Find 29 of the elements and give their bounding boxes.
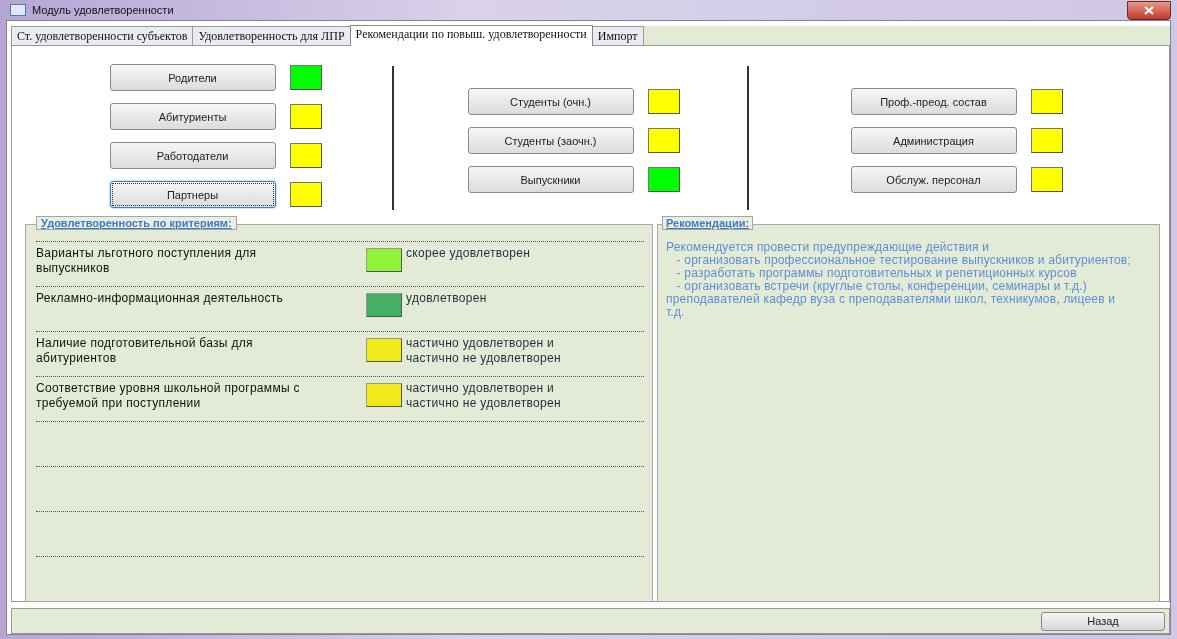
status-text: скорее удовлетворен bbox=[406, 246, 532, 261]
subject-button[interactable]: Обслуж. персонал bbox=[850, 166, 1017, 193]
tab[interactable]: Импорт bbox=[591, 26, 644, 45]
subject-button[interactable]: Выпускники bbox=[467, 166, 634, 193]
subject-button[interactable]: Партнеры bbox=[109, 181, 276, 208]
subject-button[interactable]: Администрация bbox=[850, 127, 1017, 154]
tab[interactable]: Удовлетворенность для ЛПР bbox=[192, 26, 351, 45]
section-title: Удовлетворенность по критериям: bbox=[36, 216, 237, 230]
subject-button[interactable]: Работодатели bbox=[109, 142, 276, 169]
criterion-label: Наличие подготовительной базы для абитуриентов bbox=[36, 336, 254, 366]
tab[interactable]: Ст. удовлетворенности субъектов bbox=[11, 26, 194, 45]
criterion-label: Рекламно-информационная деятельность bbox=[36, 291, 285, 306]
subject-button[interactable]: Студенты (заочн.) bbox=[467, 127, 634, 154]
subject-button[interactable]: Студенты (очн.) bbox=[467, 88, 634, 115]
close-icon[interactable] bbox=[1127, 0, 1171, 20]
subject-button[interactable]: Абитуриенты bbox=[109, 103, 276, 130]
recommendation-text: Рекомендуется провести предупреждающие действия и - организовать профессиональное тестирование выпускников и абитуриентов; - разработать программы подготовительных и репетиционных курсов - организовать встречи (круглые столы, конференции, семинары и т.д.) преподавателей кафедр вуза с преподавателями школ, техникумов, лицеев и т.д. bbox=[666, 241, 1132, 319]
tab[interactable]: Рекомендации по повыш. удовлетворенности bbox=[349, 25, 593, 46]
subject-button[interactable]: Проф.-преод. состав bbox=[850, 88, 1017, 115]
status-text: частично удовлетворен и частично не удовлетворен bbox=[406, 336, 562, 366]
criterion-label: Варианты льготного поступления для выпускников bbox=[36, 246, 258, 276]
window-title: Модуль удовлетворенности bbox=[32, 4, 174, 16]
status-text: удовлетворен bbox=[406, 291, 488, 306]
status-text: частично удовлетворен и частично не удовлетворен bbox=[406, 381, 562, 411]
subject-button[interactable]: Родители bbox=[109, 64, 276, 91]
criterion-label: Соответствие уровня школьной программы с требуемой при поступлении bbox=[36, 381, 301, 411]
back-button[interactable]: Назад bbox=[1041, 611, 1165, 631]
form-icon bbox=[10, 4, 26, 16]
section-title: Рекомендации: bbox=[662, 216, 754, 230]
